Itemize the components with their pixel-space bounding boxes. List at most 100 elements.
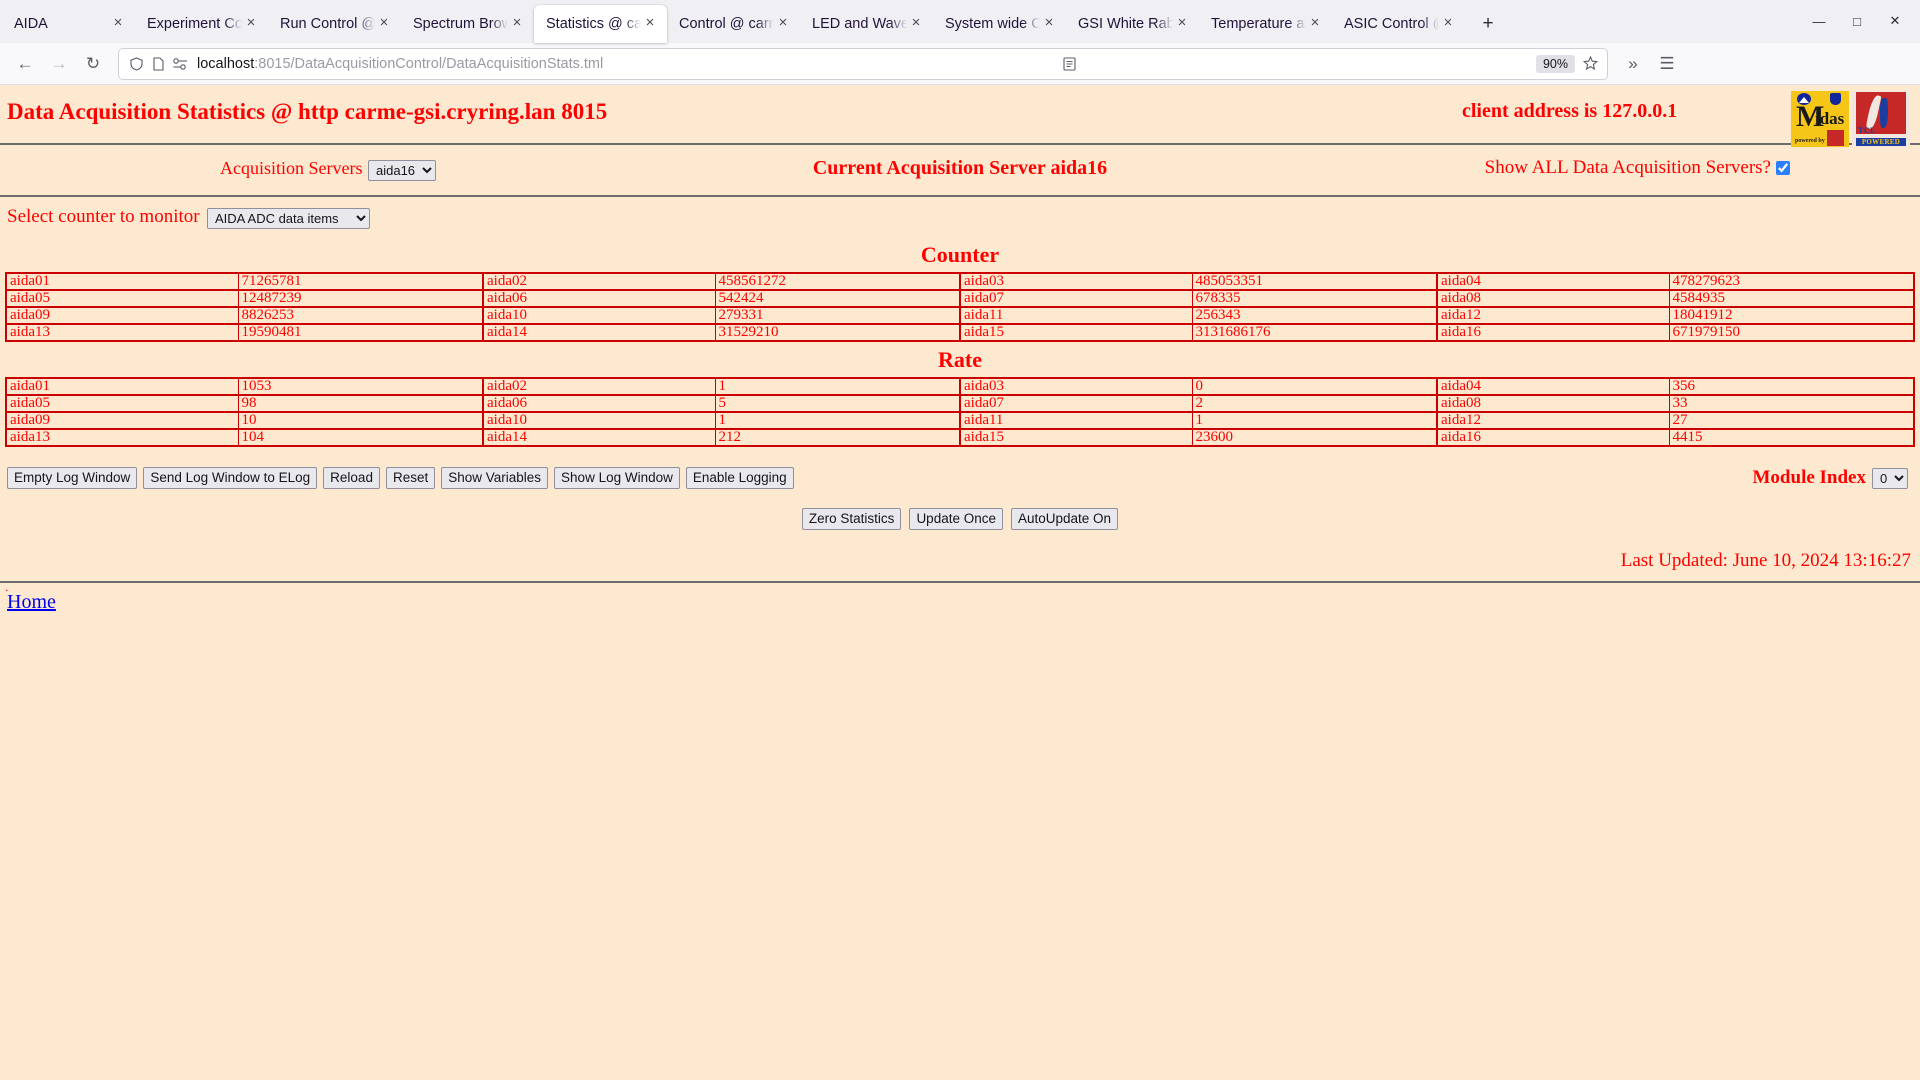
logo-group: M idas powered by TCL POWERED (1791, 91, 1910, 147)
table-row: aida09 10 aida10 1 aida11 1 aida12 27 (5, 411, 1915, 430)
rate-cell-value: 10 (237, 411, 484, 430)
browser-tab-5[interactable]: Control @ carme-gsi × (667, 5, 800, 43)
counter-cell-value: 678335 (1191, 289, 1438, 308)
counter-cell-value: 31529210 (714, 323, 961, 341)
close-icon[interactable]: × (774, 15, 792, 33)
show-log-window-button[interactable]: Show Log Window (554, 467, 680, 489)
zoom-level-badge[interactable]: 90% (1535, 54, 1575, 73)
counter-select-label: Select counter to monitor (7, 206, 200, 227)
show-variables-button[interactable]: Show Variables (441, 467, 549, 489)
back-icon[interactable]: ← (8, 48, 42, 80)
browser-tab-2[interactable]: Run Control @ carme-g × (268, 5, 401, 43)
page-info-icon[interactable] (147, 53, 169, 75)
close-icon[interactable]: × (508, 15, 526, 33)
browser-tab-7[interactable]: System wide Check × (933, 5, 1066, 43)
send-log-to-elog-button[interactable]: Send Log Window to ELog (143, 467, 318, 489)
new-tab-button[interactable]: + (1471, 7, 1505, 41)
close-icon[interactable]: × (1439, 15, 1457, 33)
counter-cell-name: aida13 (5, 323, 239, 341)
counter-cell-name: aida16 (1436, 323, 1670, 341)
action-buttons-row: Zero Statistics Update Once AutoUpdate O… (0, 508, 1920, 530)
overflow-menu-icon[interactable]: » (1616, 48, 1650, 80)
tab-strip: AIDA × Experiment Control × Run Control … (0, 0, 1920, 43)
browser-tab-0[interactable]: AIDA × (2, 5, 135, 43)
bullet-marker: . (5, 579, 9, 594)
close-window-icon[interactable]: ✕ (1876, 6, 1914, 36)
show-all-servers-control[interactable]: Show ALL Data Acquisition Servers? (1485, 157, 1790, 179)
rate-cell-name: aida04 (1436, 377, 1670, 396)
tab-label: Run Control @ carme-g (280, 16, 375, 32)
tab-label: Statistics @ carme- (546, 16, 641, 32)
browser-tab-1[interactable]: Experiment Control × (135, 5, 268, 43)
maximize-icon[interactable]: □ (1838, 6, 1876, 36)
forward-icon[interactable]: → (42, 48, 76, 80)
browser-tab-4-active[interactable]: Statistics @ carme- × (534, 5, 667, 43)
tab-label: Temperature and st (1211, 16, 1306, 32)
update-once-button[interactable]: Update Once (909, 508, 1003, 530)
table-row: aida01 71265781 aida02 458561272 aida03 … (5, 272, 1915, 291)
counter-cell-value: 18041912 (1668, 306, 1915, 325)
tab-label: GSI White Rabbit Ti (1078, 16, 1173, 32)
close-icon[interactable]: × (1173, 15, 1191, 33)
counter-cell-name: aida12 (1436, 306, 1670, 325)
zero-statistics-button[interactable]: Zero Statistics (801, 508, 902, 530)
minimize-icon[interactable]: — (1800, 6, 1838, 36)
module-index-select[interactable]: 0 (1872, 467, 1908, 489)
close-icon[interactable]: × (242, 15, 260, 33)
close-icon[interactable]: × (109, 15, 127, 33)
counter-cell-value: 671979150 (1668, 323, 1915, 341)
reset-button[interactable]: Reset (385, 467, 436, 489)
page-viewport: Data Acquisition Statistics @ http carme… (0, 85, 1920, 1080)
tracking-protection-icon[interactable] (169, 53, 191, 75)
browser-tab-6[interactable]: LED and Waveform × (800, 5, 933, 43)
rate-cell-value: 1053 (237, 377, 484, 396)
browser-tab-10[interactable]: ASIC Control @ car × (1332, 5, 1465, 43)
counter-cell-value: 478279623 (1668, 272, 1915, 291)
rate-cell-name: aida15 (959, 428, 1193, 446)
counter-cell-value: 4584935 (1668, 289, 1915, 308)
close-icon[interactable]: × (641, 15, 659, 33)
rate-cell-name: aida02 (482, 377, 716, 396)
rate-cell-name: aida03 (959, 377, 1193, 396)
log-toolbar: Empty Log Window Send Log Window to ELog… (7, 467, 794, 489)
reload-button[interactable]: Reload (323, 467, 380, 489)
browser-tab-8[interactable]: GSI White Rabbit Ti × (1066, 5, 1199, 43)
rate-section-heading: Rate (938, 347, 982, 372)
rate-cell-name: aida05 (5, 394, 239, 413)
tab-label: LED and Waveform (812, 16, 907, 32)
browser-tab-3[interactable]: Spectrum Browser × (401, 5, 534, 43)
counter-cell-value: 256343 (1191, 306, 1438, 325)
reload-icon[interactable]: ↻ (76, 48, 110, 80)
counter-select[interactable]: AIDA ADC data items (207, 208, 370, 229)
url-host: localhost (197, 55, 255, 72)
rate-cell-name: aida06 (482, 394, 716, 413)
enable-logging-button[interactable]: Enable Logging (685, 467, 794, 489)
rate-cell-value: 0 (1191, 377, 1438, 396)
show-all-servers-checkbox[interactable] (1776, 161, 1790, 175)
close-icon[interactable]: × (1306, 15, 1324, 33)
app-menu-icon[interactable]: ☰ (1650, 48, 1684, 80)
counter-cell-name: aida06 (482, 289, 716, 308)
midas-shield-icon (1830, 93, 1841, 105)
rate-cell-name: aida09 (5, 411, 239, 430)
close-icon[interactable]: × (907, 15, 925, 33)
table-row: aida01 1053 aida02 1 aida03 0 aida04 356 (5, 377, 1915, 396)
rate-cell-value: 5 (714, 394, 961, 413)
bookmark-star-icon[interactable] (1579, 53, 1601, 75)
address-bar[interactable]: localhost:8015/DataAcquisitionControl/Da… (118, 47, 1608, 80)
autoupdate-toggle-button[interactable]: AutoUpdate On (1011, 508, 1119, 530)
home-link[interactable]: Home (7, 591, 56, 614)
shield-icon (125, 53, 147, 75)
close-icon[interactable]: × (1040, 15, 1058, 33)
browser-tab-9[interactable]: Temperature and st × (1199, 5, 1332, 43)
empty-log-window-button[interactable]: Empty Log Window (7, 467, 138, 489)
midas-logo-icon: M idas powered by (1791, 91, 1849, 147)
close-icon[interactable]: × (375, 15, 393, 33)
rate-cell-value: 23600 (1191, 428, 1438, 446)
counter-cell-value: 71265781 (237, 272, 484, 291)
midas-powered-by-label: powered by (1795, 138, 1825, 144)
counter-select-row: Select counter to monitor AIDA ADC data … (0, 197, 1920, 237)
midas-mini-tcl-icon (1827, 130, 1844, 146)
reader-mode-icon[interactable] (1059, 53, 1081, 75)
url-text: localhost:8015/DataAcquisitionControl/Da… (197, 56, 603, 72)
